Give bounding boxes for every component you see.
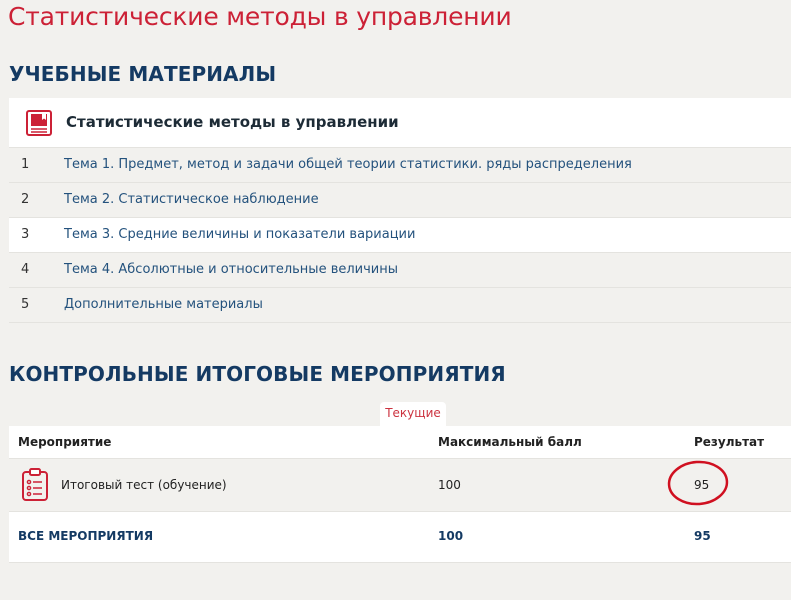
list-item: 1 Тема 1. Предмет, метод и задачи общей … xyxy=(9,148,791,183)
materials-card: Статистические методы в управлении xyxy=(9,98,791,148)
column-header-result: Результат xyxy=(694,435,765,449)
materials-heading: УЧЕБНЫЕ МАТЕРИАЛЫ xyxy=(9,62,277,86)
event-result: 95 xyxy=(694,478,710,492)
topic-link[interactable]: Тема 4. Абсолютные и относительные велич… xyxy=(64,262,398,277)
topic-link[interactable]: Тема 2. Статистическое наблюдение xyxy=(64,192,319,207)
total-result: 95 xyxy=(694,529,711,543)
column-header-event: Мероприятие xyxy=(18,435,112,449)
topic-list: 1 Тема 1. Предмет, метод и задачи общей … xyxy=(9,148,791,323)
column-header-max: Максимальный балл xyxy=(438,435,582,449)
list-item: 5 Дополнительные материалы xyxy=(9,288,791,323)
total-label: ВСЕ МЕРОПРИЯТИЯ xyxy=(18,529,154,543)
topic-number: 2 xyxy=(21,192,30,207)
topic-number: 5 xyxy=(21,297,30,312)
topic-number: 1 xyxy=(21,157,30,172)
topic-number: 4 xyxy=(21,262,30,277)
clipboard-icon[interactable] xyxy=(21,468,49,502)
table-row: Итоговый тест (обучение) 100 95 xyxy=(9,459,791,512)
tab-current[interactable]: Текущие xyxy=(380,402,446,426)
event-name-link[interactable]: Итоговый тест (обучение) xyxy=(61,478,227,492)
table-header: Мероприятие Максимальный балл Результат xyxy=(9,426,791,459)
list-item: 2 Тема 2. Статистическое наблюдение xyxy=(9,183,791,218)
events-table: Мероприятие Максимальный балл Результат … xyxy=(9,426,791,563)
events-heading: КОНТРОЛЬНЫЕ ИТОГОВЫЕ МЕРОПРИЯТИЯ xyxy=(9,362,506,386)
page-title: Статистические методы в управлении xyxy=(8,2,512,31)
list-item: 3 Тема 3. Средние величины и показатели … xyxy=(9,218,791,253)
list-item: 4 Тема 4. Абсолютные и относительные вел… xyxy=(9,253,791,288)
course-title: Статистические методы в управлении xyxy=(66,113,399,131)
total-max-score: 100 xyxy=(438,529,464,543)
topic-number: 3 xyxy=(21,227,30,242)
event-max-score: 100 xyxy=(438,478,461,492)
book-icon xyxy=(26,110,52,136)
topic-link[interactable]: Тема 3. Средние величины и показатели ва… xyxy=(64,227,415,242)
total-row: ВСЕ МЕРОПРИЯТИЯ 100 95 xyxy=(9,512,791,563)
topic-link[interactable]: Дополнительные материалы xyxy=(64,297,263,312)
topic-link[interactable]: Тема 1. Предмет, метод и задачи общей те… xyxy=(64,157,632,172)
